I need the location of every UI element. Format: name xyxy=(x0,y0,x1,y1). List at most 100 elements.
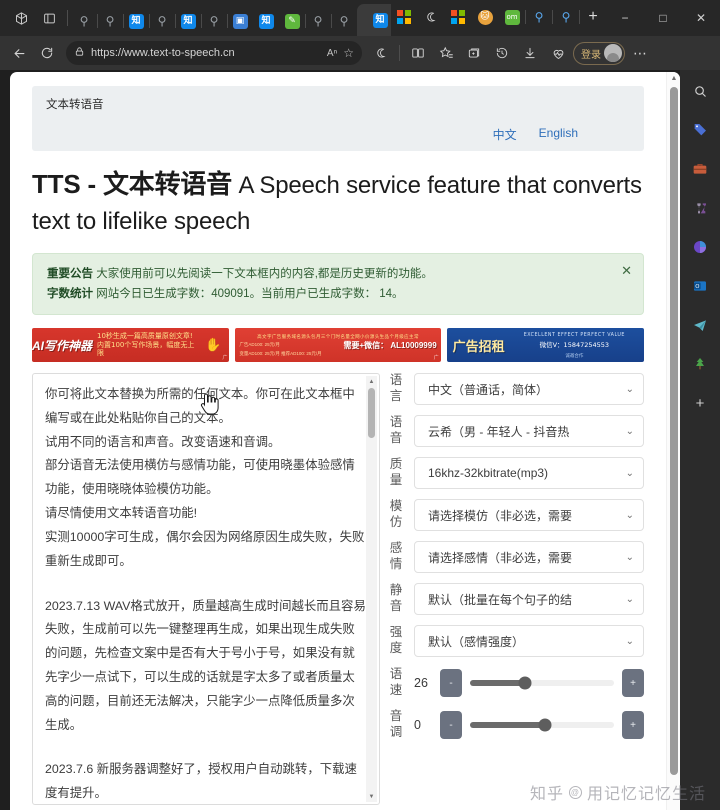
imitation-select[interactable]: 请选择模仿（非必选，需要 ⌄ xyxy=(414,499,644,531)
voice-select[interactable]: 云希（男 - 年轻人 - 抖音热 ⌄ xyxy=(414,415,644,447)
minimize-button[interactable]: − xyxy=(606,1,644,35)
browser-essentials-icon[interactable] xyxy=(545,40,571,66)
microsoft-office-icon[interactable] xyxy=(445,2,471,32)
text-input-textarea[interactable]: 你可将此文本替换为所需的任何文本。你可在此文本框中编写或在此处粘贴你自己的文本。… xyxy=(32,373,380,805)
close-icon[interactable]: ✕ xyxy=(621,264,632,277)
search-icon: ⚲ xyxy=(77,14,92,29)
maximize-button[interactable]: □ xyxy=(644,1,682,35)
tab-item[interactable]: ⚲ xyxy=(305,6,331,36)
tree-icon[interactable] xyxy=(689,353,711,375)
tab-item[interactable]: ✎ xyxy=(279,6,305,36)
add-collection-icon[interactable] xyxy=(461,40,487,66)
qq-music-icon[interactable]: om xyxy=(499,2,525,32)
outlook-icon[interactable]: O xyxy=(689,275,711,297)
tab-item-active[interactable]: 知 xyxy=(357,4,391,36)
tab-item[interactable]: ⚲ xyxy=(553,2,579,32)
ad-ai-writer[interactable]: AI写作神器 10秒生成一篇高质量原创文章! 内置100个写作场景，幅度无上限 … xyxy=(32,328,229,362)
language-select[interactable]: 中文（普通话，简体） ⌄ xyxy=(414,373,644,405)
intensity-select[interactable]: 默认（感情强度） ⌄ xyxy=(414,625,644,657)
tab-item[interactable]: 知 xyxy=(253,6,279,36)
tab-item[interactable]: ▣ xyxy=(227,6,253,36)
page-scrollbar[interactable]: ▲ xyxy=(666,72,680,810)
collections-icon[interactable] xyxy=(433,40,459,66)
refresh-button[interactable] xyxy=(34,40,60,66)
tab-item[interactable]: ⚲ xyxy=(201,6,227,36)
close-button[interactable]: ✕ xyxy=(682,1,720,35)
pitch-slider[interactable]: 0 - + xyxy=(414,709,644,741)
pitch-knob[interactable] xyxy=(538,719,551,732)
back-button[interactable] xyxy=(6,40,32,66)
speed-increase-button[interactable]: + xyxy=(622,669,644,697)
lang-link-zh[interactable]: 中文 xyxy=(493,126,517,143)
pitch-decrease-button[interactable]: - xyxy=(440,711,462,739)
add-sidebar-icon[interactable]: + xyxy=(689,392,711,414)
address-bar[interactable]: https://www.text-to-speech.cn Aⁿ ☆ xyxy=(66,41,362,65)
search-icon[interactable] xyxy=(689,80,711,102)
page-title-strong: TTS - 文本转语音 xyxy=(32,169,232,199)
scroll-up-icon[interactable]: ▲ xyxy=(366,376,377,387)
textarea-paragraph: 你可将此文本替换为所需的任何文本。你可在此文本框中编写或在此处粘贴你自己的文本。 xyxy=(45,383,367,431)
shopping-tag-icon[interactable] xyxy=(689,119,711,141)
cat-avatar-icon[interactable]: 🐱 xyxy=(472,2,498,32)
page-scroll-up-icon[interactable]: ▲ xyxy=(667,72,680,85)
office-icon[interactable] xyxy=(689,236,711,258)
tab-item[interactable]: ⚲ xyxy=(526,2,552,32)
speed-decrease-button[interactable]: - xyxy=(440,669,462,697)
speed-track[interactable] xyxy=(470,680,614,686)
search-icon: ⚲ xyxy=(103,14,118,29)
telegram-icon[interactable] xyxy=(689,314,711,336)
lang-link-en[interactable]: English xyxy=(539,126,578,143)
ad-rent-line2: 微信V：15847254553 xyxy=(540,341,609,349)
copilot-icon[interactable] xyxy=(368,40,394,66)
chevron-down-icon: ⌄ xyxy=(626,510,634,521)
login-button[interactable]: 登录 xyxy=(573,42,625,65)
ad-wechat-contact[interactable]: 高文字广告服务域名源头包月三个门时名量全网小价源头生品个月级应主常 广告AD10… xyxy=(235,328,440,362)
ad-mark-label: 广 xyxy=(222,354,227,361)
downloads-icon[interactable] xyxy=(517,40,543,66)
window-controls: − □ ✕ xyxy=(606,0,720,36)
tab-item[interactable]: ⚲ xyxy=(97,6,123,36)
pitch-increase-button[interactable]: + xyxy=(622,711,644,739)
page-scrollbar-thumb[interactable] xyxy=(670,87,678,775)
read-aloud-icon[interactable]: Aⁿ xyxy=(327,48,337,59)
control-row-voice: 语音 云希（男 - 年轻人 - 抖音热 ⌄ xyxy=(388,415,644,447)
textarea-scrollbar[interactable]: ▲ ▼ xyxy=(366,376,377,802)
microsoft-store-icon[interactable] xyxy=(391,2,417,32)
speed-value: 26 xyxy=(414,676,432,690)
hand-pointer-icon: ✋ xyxy=(205,337,221,353)
announcement-banner: 重要公告 大家使用前可以先阅读一下文本框内的内容,都是历史更新的功能。 字数统计… xyxy=(32,253,644,315)
control-row-quality: 质量 16khz-32kbitrate(mp3) ⌄ xyxy=(388,457,644,489)
tab-item[interactable]: 知 xyxy=(123,6,149,36)
pitch-track[interactable] xyxy=(470,722,614,728)
silence-select[interactable]: 默认（批量在每个句子的结 ⌄ xyxy=(414,583,644,615)
history-icon[interactable] xyxy=(489,40,515,66)
split-screen-icon[interactable] xyxy=(405,40,431,66)
speed-slider[interactable]: 26 - + xyxy=(414,667,644,699)
ad-space-for-rent[interactable]: 广告招租 EXCELLENT EFFECT PERFECT VALUE 微信V：… xyxy=(447,328,644,362)
copilot-icon[interactable] xyxy=(418,2,444,32)
chevron-down-icon: ⌄ xyxy=(626,552,634,563)
games-icon[interactable] xyxy=(689,197,711,219)
scroll-down-icon[interactable]: ▼ xyxy=(366,791,377,802)
tab-item[interactable]: 知 xyxy=(175,6,201,36)
new-tab-button[interactable]: + xyxy=(580,4,606,30)
favorite-star-icon[interactable]: ☆ xyxy=(343,46,354,60)
tab-vertical-icon[interactable] xyxy=(36,5,62,31)
control-row-language: 语言 中文（普通话，简体） ⌄ xyxy=(388,373,644,405)
tab-item[interactable]: ⚲ xyxy=(71,6,97,36)
search-icon: ⚲ xyxy=(559,10,574,25)
emotion-select[interactable]: 请选择感情（非必选，需要 ⌄ xyxy=(414,541,644,573)
site-brand[interactable]: 文本转语音 xyxy=(46,96,630,112)
briefcase-icon[interactable] xyxy=(689,158,711,180)
speed-knob[interactable] xyxy=(518,677,531,690)
more-options-icon[interactable]: ⋯ xyxy=(627,40,653,66)
control-row-imitation: 模仿 请选择模仿（非必选，需要 ⌄ xyxy=(388,499,644,531)
tab-item[interactable]: ⚲ xyxy=(149,6,175,36)
tab-actions-icon[interactable] xyxy=(8,5,34,31)
quality-select[interactable]: 16khz-32kbitrate(mp3) ⌄ xyxy=(414,457,644,489)
control-row-silence: 静音 默认（批量在每个句子的结 ⌄ xyxy=(388,583,644,615)
tab-item[interactable]: ⚲ xyxy=(331,6,357,36)
label-imitation: 模仿 xyxy=(388,499,404,530)
ad-wechat-line2: 广告AD100: 25元/月 xyxy=(239,342,280,348)
scrollbar-thumb[interactable] xyxy=(368,388,375,438)
